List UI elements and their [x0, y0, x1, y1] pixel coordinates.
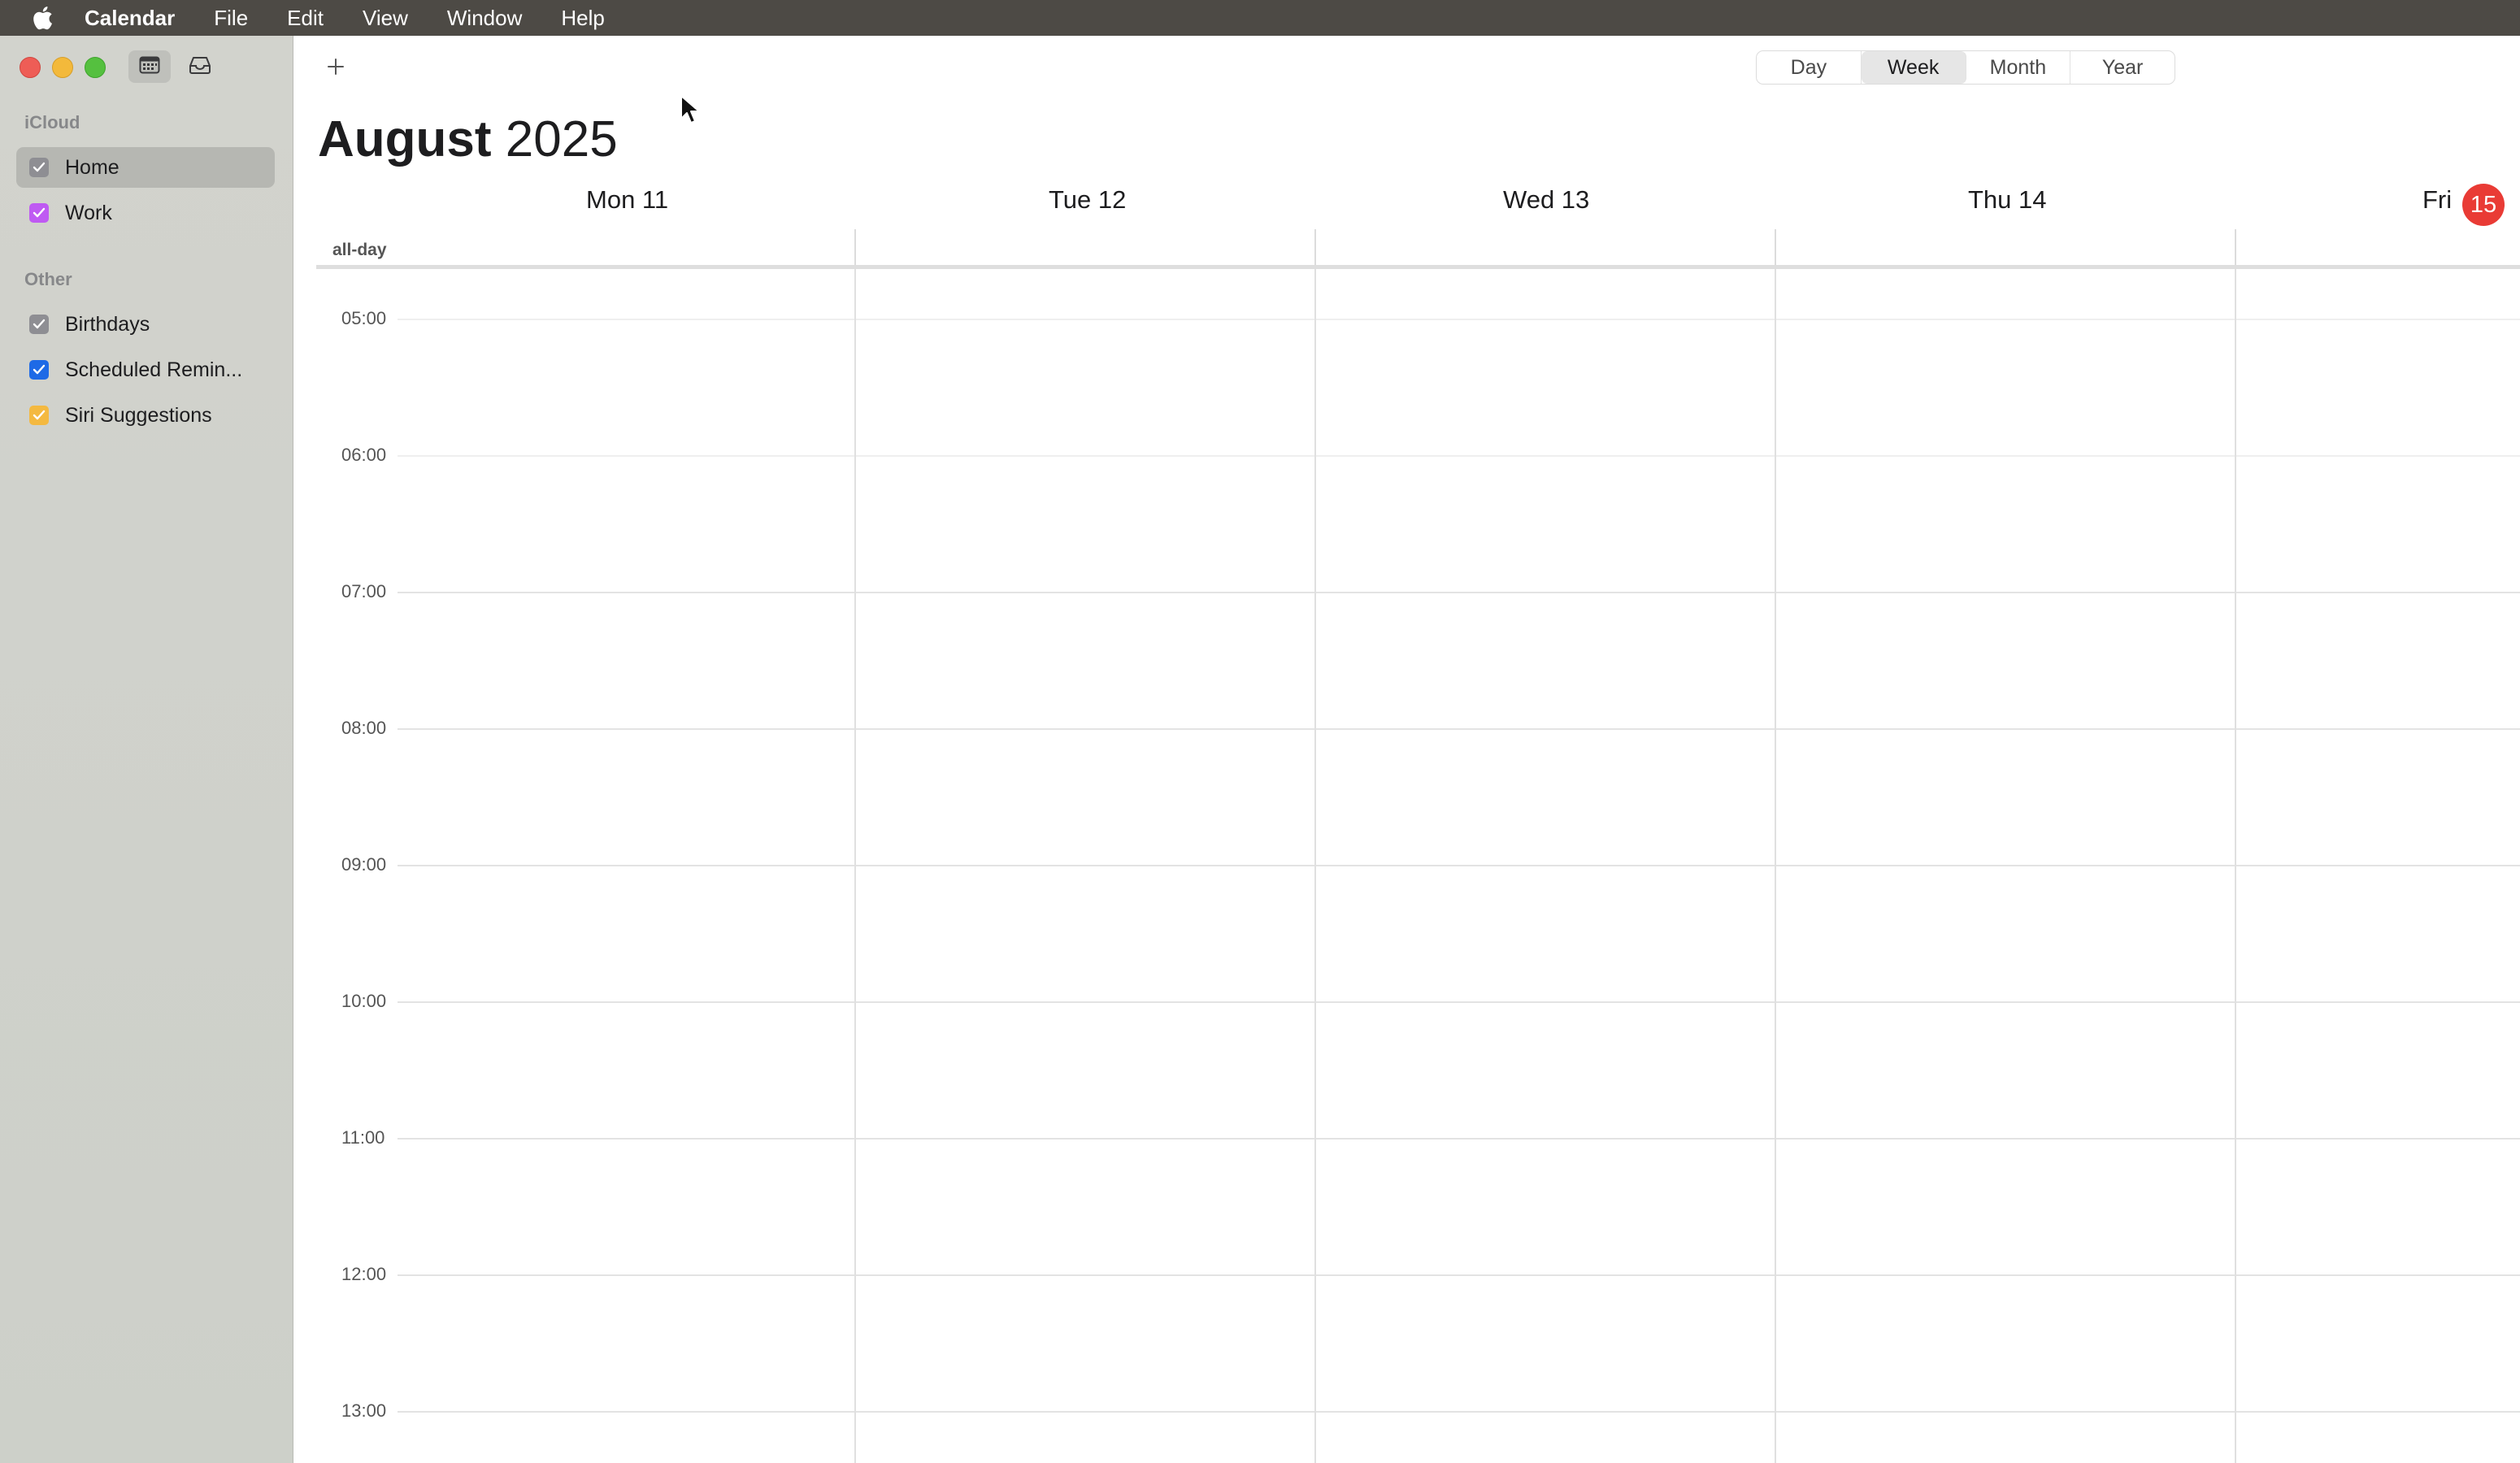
- all-day-column-separator: [854, 229, 856, 267]
- zoom-window-button[interactable]: [85, 57, 106, 78]
- all-day-column-separator: [1775, 229, 1776, 267]
- time-label: 10:00: [338, 991, 390, 1012]
- checkbox-checked-icon[interactable]: [29, 315, 49, 334]
- hour-gridline: [398, 865, 2520, 866]
- sidebar-section-icloud: iCloud: [24, 112, 80, 132]
- hour-gridline: [398, 728, 2520, 730]
- view-week-button[interactable]: Week: [1861, 51, 1966, 84]
- time-label: 11:00: [338, 1127, 389, 1148]
- time-label: 06:00: [338, 445, 390, 466]
- sidebar-item-label: Home: [65, 155, 119, 179]
- hour-gridline: [398, 592, 2520, 593]
- hour-gridline: [398, 1411, 2520, 1413]
- week-time-grid[interactable]: 05:00 06:00 07:00 08:00 09:00 10:00 11:0…: [293, 269, 2520, 1463]
- plus-icon: [326, 57, 345, 80]
- sidebar-item-label: Scheduled Remin...: [65, 358, 243, 381]
- title-year: 2025: [505, 111, 618, 167]
- calendar-list-toggle-button[interactable]: [128, 50, 171, 83]
- day-column-separator: [1314, 269, 1316, 1463]
- minimize-window-button[interactable]: [52, 57, 73, 78]
- day-column-separator: [2235, 269, 2236, 1463]
- calendar-icon: [139, 55, 160, 79]
- apple-logo-icon[interactable]: [0, 6, 85, 30]
- today-badge[interactable]: 15: [2462, 184, 2505, 226]
- menu-file[interactable]: File: [194, 0, 267, 36]
- checkbox-checked-icon[interactable]: [29, 158, 49, 177]
- page-title: August 2025: [318, 111, 618, 168]
- inbox-tray-icon: [189, 56, 211, 78]
- day-header-thu[interactable]: Thu 14: [1968, 185, 2047, 215]
- time-label: 13:00: [338, 1400, 390, 1422]
- menu-bar: Calendar File Edit View Window Help: [0, 0, 2520, 36]
- hour-gridline: [398, 319, 2520, 320]
- menu-edit[interactable]: Edit: [267, 0, 343, 36]
- time-label: 05:00: [338, 308, 390, 329]
- menu-window[interactable]: Window: [428, 0, 541, 36]
- day-column-separator: [1775, 269, 1776, 1463]
- sidebar-item-birthdays[interactable]: Birthdays: [16, 304, 275, 345]
- time-label: 12:00: [338, 1264, 390, 1285]
- view-switcher: Day Week Month Year: [1756, 50, 2175, 85]
- mouse-cursor-icon: [680, 94, 701, 129]
- sidebar-item-work[interactable]: Work: [16, 193, 275, 233]
- day-header-mon[interactable]: Mon 11: [586, 185, 668, 215]
- day-header-wed[interactable]: Wed 13: [1503, 185, 1589, 215]
- all-day-column-separator: [1314, 229, 1316, 267]
- hour-gridline: [398, 1274, 2520, 1276]
- title-month: August: [318, 111, 492, 167]
- sidebar-item-scheduled-reminders[interactable]: Scheduled Remin...: [16, 349, 275, 390]
- day-header-tue[interactable]: Tue 12: [1049, 185, 1126, 215]
- hour-gridline: [398, 1138, 2520, 1140]
- day-header-fri[interactable]: Fri: [2422, 185, 2452, 215]
- sidebar: iCloud Home Work Other Birthdays Schedul…: [0, 36, 293, 1463]
- add-event-button[interactable]: [318, 50, 354, 86]
- time-label: 09:00: [338, 854, 390, 875]
- day-column-separator: [854, 269, 856, 1463]
- sidebar-item-siri-suggestions[interactable]: Siri Suggestions: [16, 395, 275, 436]
- inbox-button[interactable]: [179, 50, 221, 83]
- menu-app-calendar[interactable]: Calendar: [85, 0, 194, 36]
- calendar-main: Day Week Month Year August 2025 Mon 11 T…: [293, 36, 2520, 1463]
- sidebar-item-label: Siri Suggestions: [65, 403, 212, 427]
- sidebar-section-other: Other: [24, 269, 72, 289]
- close-window-button[interactable]: [20, 57, 41, 78]
- all-day-column-separator: [2235, 229, 2236, 267]
- hour-gridline: [398, 455, 2520, 457]
- hour-gridline: [398, 1001, 2520, 1003]
- sidebar-item-label: Birthdays: [65, 312, 150, 336]
- menu-view[interactable]: View: [343, 0, 428, 36]
- checkbox-checked-icon[interactable]: [29, 406, 49, 425]
- view-month-button[interactable]: Month: [1966, 51, 2071, 84]
- all-day-label: all-day: [332, 241, 387, 259]
- checkbox-checked-icon[interactable]: [29, 360, 49, 380]
- sidebar-item-label: Work: [65, 201, 112, 224]
- checkbox-checked-icon[interactable]: [29, 203, 49, 223]
- view-day-button[interactable]: Day: [1757, 51, 1862, 84]
- sidebar-item-home[interactable]: Home: [16, 147, 275, 188]
- menu-help[interactable]: Help: [541, 0, 623, 36]
- view-year-button[interactable]: Year: [2070, 51, 2175, 84]
- time-label: 08:00: [338, 718, 390, 739]
- time-label: 07:00: [338, 581, 390, 602]
